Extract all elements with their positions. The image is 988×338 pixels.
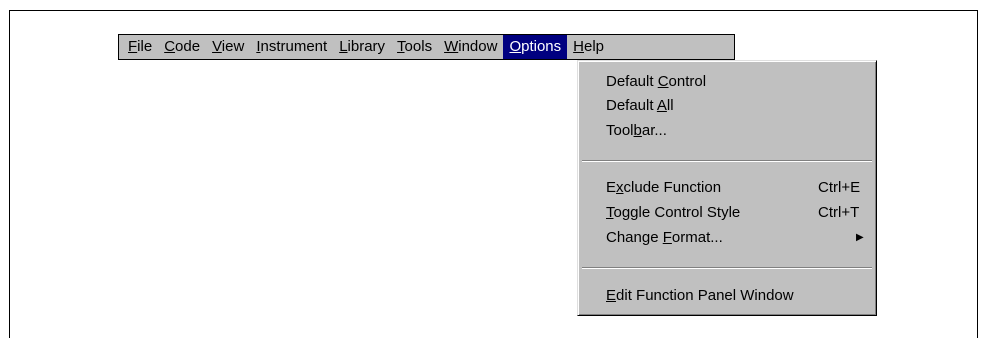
menu-item-toolbar[interactable]: Toolbar...	[578, 119, 876, 143]
menu-view[interactable]: View	[206, 35, 250, 59]
menu-item-edit-function-panel-window[interactable]: Edit Function Panel Window	[578, 284, 876, 308]
menu-window[interactable]: Window	[438, 35, 503, 59]
menu-item-label: Default Control	[606, 73, 707, 90]
menu-item-label: Toolbar...	[606, 122, 667, 139]
menu-code[interactable]: Code	[158, 35, 206, 59]
menu-item-toggle-control-style[interactable]: Toggle Control Style Ctrl+T	[578, 201, 876, 225]
menu-item-change-format[interactable]: Change Format... ▶	[578, 226, 876, 250]
menu-item-default-control[interactable]: Default Control	[578, 70, 876, 94]
menu-item-label: Toggle Control Style	[606, 204, 741, 221]
menu-item-label: Change Format...	[606, 229, 723, 246]
menu-file[interactable]: File	[122, 35, 158, 59]
menu-item-label: Exclude Function	[606, 179, 722, 196]
menu-library[interactable]: Library	[333, 35, 391, 59]
menu-item-default-all[interactable]: Default All	[578, 94, 876, 118]
menu-separator	[582, 160, 872, 162]
menu-help[interactable]: Help	[567, 35, 610, 59]
options-dropdown-menu: Default Control Default All Toolbar... E…	[577, 60, 877, 316]
menu-item-shortcut: Ctrl+T	[818, 204, 860, 221]
menu-bar: File Code View Instrument Library Tools …	[118, 34, 735, 60]
menu-instrument[interactable]: Instrument	[250, 35, 333, 59]
triangle-right-icon: ▶	[856, 232, 864, 243]
menu-item-label: Default All	[606, 97, 674, 114]
menu-item-label: Edit Function Panel Window	[606, 287, 794, 304]
menu-tools[interactable]: Tools	[391, 35, 438, 59]
menu-options[interactable]: Options	[503, 35, 568, 59]
menu-separator	[582, 267, 872, 269]
menu-item-exclude-function[interactable]: Exclude Function Ctrl+E	[578, 176, 876, 200]
menu-item-shortcut: Ctrl+E	[818, 179, 861, 196]
